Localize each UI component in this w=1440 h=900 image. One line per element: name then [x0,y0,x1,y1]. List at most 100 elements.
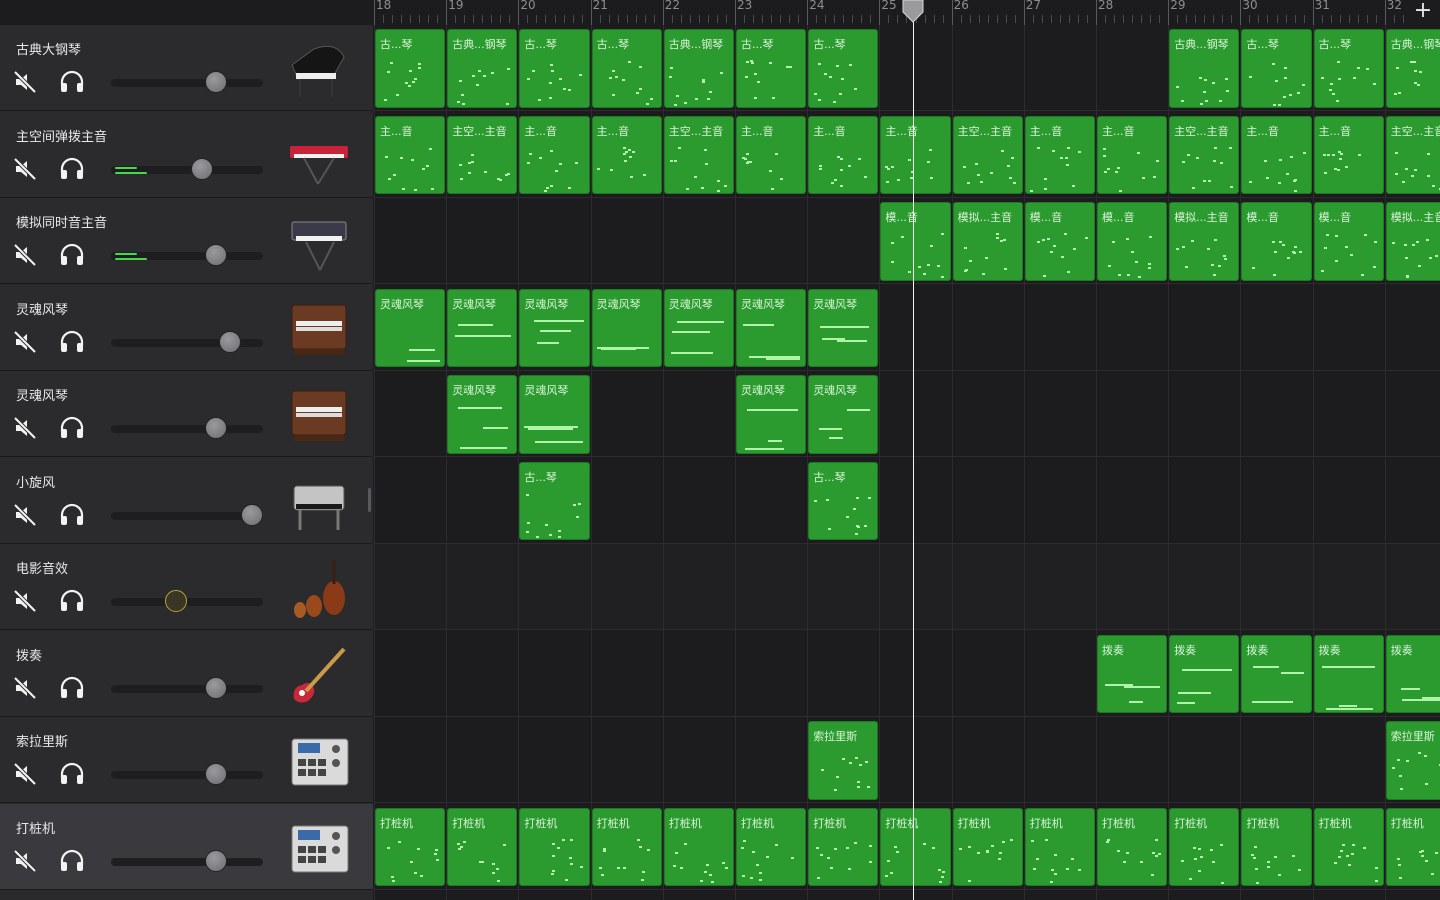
midi-region[interactable]: 古...琴 [519,461,590,540]
midi-region[interactable]: 打桩机 [663,807,734,886]
solo-button[interactable] [58,588,86,614]
solo-button[interactable] [58,502,86,528]
orchestra-strings-icon[interactable] [284,554,354,624]
volume-slider[interactable] [111,79,263,87]
volume-slider[interactable] [111,425,263,433]
track-header[interactable]: 古典大钢琴 [0,25,373,111]
midi-region[interactable]: 灵魂风琴 [519,375,590,454]
midi-region[interactable]: 打桩机 [736,807,807,886]
midi-region[interactable]: 打桩机 [519,807,590,886]
midi-region[interactable]: 主空...主音 [663,115,734,194]
mute-button[interactable] [12,675,38,701]
volume-slider[interactable] [111,598,263,606]
midi-region[interactable]: 主...音 [375,115,446,194]
drum-machine-icon[interactable] [284,727,354,797]
red-synth-keyboard-icon[interactable] [284,122,354,192]
track-header[interactable]: 灵魂风琴 [0,371,373,457]
midi-region[interactable]: 拨奏 [1241,634,1312,713]
mute-button[interactable] [12,156,38,182]
midi-region[interactable]: 古典...钢琴 [447,29,518,108]
midi-region[interactable]: 模...音 [1024,202,1095,281]
midi-region[interactable]: 拨奏 [1385,634,1440,713]
solo-button[interactable] [58,415,86,441]
midi-region[interactable]: 打桩机 [1169,807,1240,886]
volume-knob[interactable] [191,157,214,180]
midi-region[interactable]: 索拉里斯 [808,721,879,800]
midi-region[interactable]: 主...音 [1024,115,1095,194]
midi-region[interactable]: 古...琴 [736,29,807,108]
solo-button[interactable] [58,156,86,182]
solo-button[interactable] [58,675,86,701]
midi-region[interactable]: 打桩机 [952,807,1023,886]
midi-region[interactable]: 主...音 [1313,115,1384,194]
mute-button[interactable] [12,848,38,874]
add-track-button[interactable]: + [1406,0,1440,24]
volume-knob[interactable] [218,330,241,353]
midi-region[interactable]: 主...音 [880,115,951,194]
midi-region[interactable]: 灵魂风琴 [663,288,734,367]
volume-slider[interactable] [111,684,263,693]
track-header[interactable]: 打桩机 [0,803,373,890]
midi-region[interactable]: 打桩机 [375,807,446,886]
volume-knob[interactable] [165,590,188,612]
midi-region[interactable]: 拨奏 [1097,634,1168,713]
midi-region[interactable]: 灵魂风琴 [591,288,662,367]
midi-region[interactable]: 模...音 [880,202,951,281]
midi-region[interactable]: 主...音 [1241,115,1312,194]
solo-button[interactable] [58,761,86,787]
drum-machine-icon[interactable] [284,814,354,884]
volume-slider[interactable] [111,511,263,520]
midi-region[interactable]: 打桩机 [1313,807,1384,886]
midi-region[interactable]: 古...琴 [1313,29,1384,108]
solo-button[interactable] [58,848,86,874]
volume-knob[interactable] [204,244,227,266]
midi-region[interactable]: 打桩机 [808,807,879,886]
midi-region[interactable]: 主...音 [736,115,807,194]
mute-button[interactable] [12,242,38,268]
mute-button[interactable] [12,415,38,441]
midi-region[interactable]: 灵魂风琴 [447,288,518,367]
midi-region[interactable]: 灵魂风琴 [808,288,879,367]
midi-region[interactable]: 灵魂风琴 [736,288,807,367]
mute-button[interactable] [12,329,38,355]
midi-region[interactable]: 主空...主音 [952,115,1023,194]
track-lane[interactable] [373,544,1440,630]
solo-button[interactable] [58,329,86,355]
track-header[interactable]: 灵魂风琴 [0,284,373,371]
mute-button[interactable] [12,69,38,95]
midi-region[interactable]: 主...音 [808,115,879,194]
midi-region[interactable]: 主空...主音 [1385,115,1440,194]
midi-region[interactable]: 灵魂风琴 [736,375,807,454]
track-header[interactable]: 主空间弹拨主音 [0,111,373,198]
organ-icon[interactable] [284,295,354,365]
track-header[interactable]: 电影音效 [0,544,373,630]
midi-region[interactable]: 古典...钢琴 [1169,29,1240,108]
midi-region[interactable]: 灵魂风琴 [375,288,446,367]
midi-region[interactable]: 古...琴 [375,29,446,108]
volume-knob[interactable] [204,676,227,699]
midi-region[interactable]: 主...音 [519,115,590,194]
volume-slider[interactable] [111,857,263,866]
mute-button[interactable] [12,502,38,528]
midi-region[interactable]: 拨奏 [1313,634,1384,713]
midi-region[interactable]: 拨奏 [1169,634,1240,713]
midi-region[interactable]: 打桩机 [1097,807,1168,886]
midi-region[interactable]: 主...音 [1097,115,1168,194]
volume-knob[interactable] [204,71,227,93]
bass-guitar-icon[interactable] [284,641,354,711]
volume-knob[interactable] [204,763,227,785]
midi-region[interactable]: 灵魂风琴 [447,375,518,454]
track-header[interactable]: 索拉里斯 [0,717,373,803]
track-lane[interactable] [373,717,1440,803]
volume-knob[interactable] [204,849,227,872]
midi-region[interactable]: 古...琴 [519,29,590,108]
arrangement-grid[interactable]: 古...琴 古典...钢琴 古...琴 古...琴 古典...钢琴 古...琴 古...琴古… [373,25,1440,900]
midi-region[interactable]: 打桩机 [1385,807,1440,886]
track-header[interactable]: 小旋风 [0,457,373,544]
midi-region[interactable]: 主空...主音 [447,115,518,194]
midi-region[interactable]: 灵魂风琴 [808,375,879,454]
midi-region[interactable]: 主空...主音 [1169,115,1240,194]
midi-region[interactable]: 模拟...主音 [1169,202,1240,281]
midi-region[interactable]: 古典...钢琴 [663,29,734,108]
organ-icon[interactable] [284,381,354,451]
